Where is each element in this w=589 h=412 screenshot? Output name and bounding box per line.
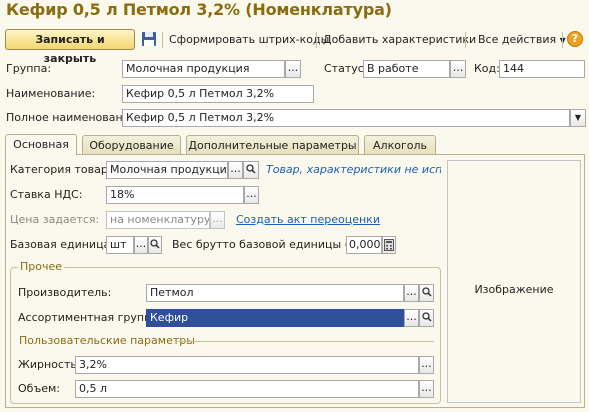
unit-label: Базовая единица: (10, 238, 115, 251)
vat-field[interactable]: 18% (106, 186, 244, 204)
fat-field[interactable]: 3,2% (75, 356, 419, 374)
save-icon[interactable] (141, 31, 157, 47)
user-params-divider (178, 341, 434, 342)
add-characteristics-button[interactable]: Добавить характеристики (323, 29, 476, 50)
tab-additional-params[interactable]: Дополнительные параметры (186, 135, 359, 155)
toolbar-separator (162, 32, 163, 48)
ellipsis-icon[interactable]: ... (404, 284, 419, 302)
group-label: Группа: (6, 62, 52, 75)
vat-label: Ставка НДС: (10, 188, 83, 201)
dropdown-arrow-icon[interactable]: ▼ (570, 109, 586, 127)
tab-alcohol[interactable]: Алкоголь (364, 135, 436, 155)
ellipsis-icon: ... (210, 211, 225, 229)
full-name-label: Полное наименование: (6, 111, 141, 124)
price-label: Цена задается: (10, 213, 100, 226)
help-icon[interactable]: ? (567, 31, 583, 47)
status-label: Статус: (324, 62, 368, 75)
toolbar-separator (316, 32, 317, 48)
ellipsis-icon[interactable]: ... (419, 356, 434, 374)
producer-field[interactable]: Петмол (146, 284, 404, 302)
other-group-title: Прочее (18, 260, 65, 274)
window-title: Кефир 0,5 л Петмол 3,2% (Номенклатура) (6, 0, 392, 19)
tab-main[interactable]: Основная (5, 134, 77, 155)
calculator-icon[interactable] (382, 236, 396, 254)
name-label: Наименование: (6, 87, 96, 100)
category-label: Категория товара: (10, 163, 119, 176)
status-field[interactable]: В работе (363, 60, 450, 78)
gross-weight-field[interactable]: 0,000 (346, 236, 382, 254)
toolbar-separator (562, 32, 563, 48)
full-name-field[interactable]: Кефир 0,5 л Петмол 3,2% (122, 109, 570, 127)
toolbar-separator (465, 32, 466, 48)
all-actions-label: Все действия (478, 33, 557, 46)
ellipsis-icon[interactable]: ... (450, 60, 466, 78)
gross-weight-label: Вес брутто базовой единицы (кг): (172, 238, 370, 251)
assortment-label: Ассортиментная группа: (18, 311, 162, 324)
group-field[interactable]: Молочная продукция (122, 60, 285, 78)
unit-field[interactable]: шт (106, 236, 134, 254)
fat-label: Жирность: (18, 358, 81, 371)
volume-label: Объем: (18, 382, 60, 395)
assortment-field[interactable]: Кефир (146, 309, 404, 327)
code-label: Код: (474, 62, 500, 75)
user-params-title: Пользовательские параметры (17, 334, 197, 348)
all-actions-menu[interactable]: Все действия ▼ (478, 29, 566, 50)
tab-equipment[interactable]: Оборудование (82, 135, 181, 155)
code-field[interactable]: 144 (499, 60, 585, 78)
ellipsis-icon[interactable]: ... (404, 309, 419, 327)
search-icon[interactable] (419, 309, 434, 327)
search-icon[interactable] (419, 284, 434, 302)
search-icon[interactable] (243, 161, 259, 179)
ellipsis-icon[interactable]: ... (285, 60, 301, 78)
price-field: на номенклатуру (106, 211, 210, 229)
create-revaluation-link[interactable]: Создать акт переоценки (236, 211, 380, 229)
image-pane[interactable]: Изображение (447, 160, 581, 403)
volume-field[interactable]: 0,5 л (75, 380, 419, 398)
ellipsis-icon[interactable]: ... (134, 236, 148, 254)
producer-label: Производитель: (18, 286, 112, 299)
ellipsis-icon[interactable]: ... (244, 186, 259, 204)
image-label: Изображение (474, 283, 554, 296)
search-icon[interactable] (148, 236, 162, 254)
save-and-close-button[interactable]: Записать и закрыть (5, 29, 135, 65)
generate-barcodes-button[interactable]: Сформировать штрих-коды (169, 29, 329, 50)
category-hint: Товар, характеристики не испол... (266, 163, 441, 176)
ellipsis-icon[interactable]: ... (419, 380, 434, 398)
name-field[interactable]: Кефир 0,5 л Петмол 3,2% (122, 85, 314, 103)
category-field[interactable]: Молочная продукция (106, 161, 228, 179)
ellipsis-icon[interactable]: ... (228, 161, 243, 179)
